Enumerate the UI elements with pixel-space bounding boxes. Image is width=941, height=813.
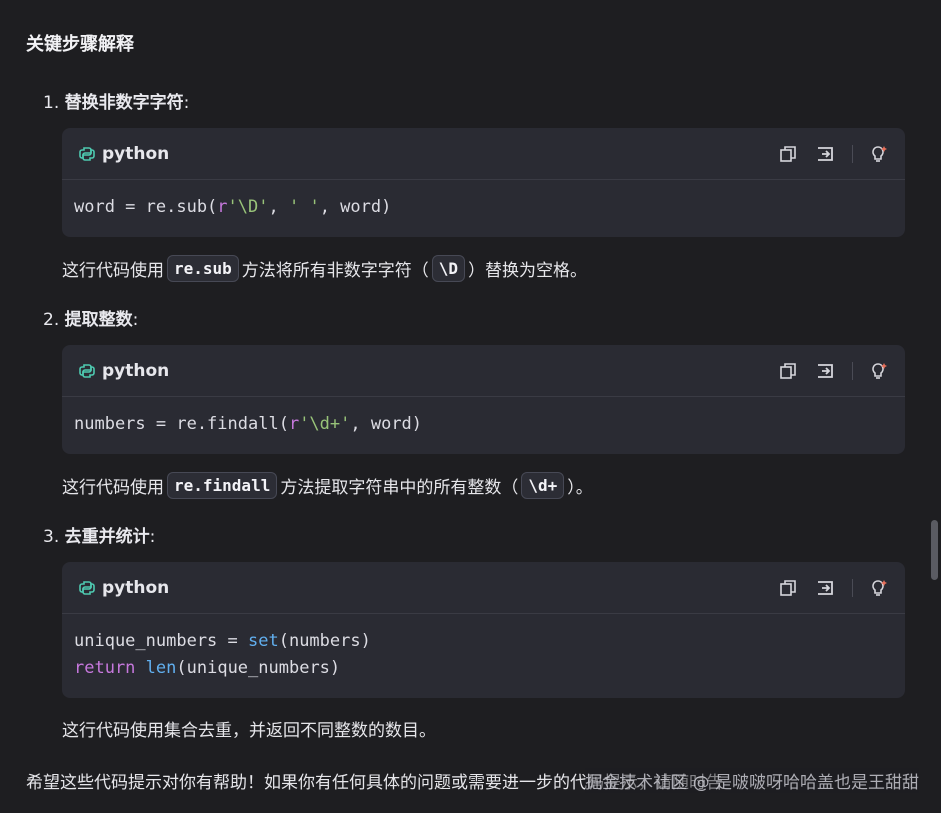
step-title: 提取整数 [64, 310, 133, 330]
code-content[interactable]: numbers = re.findall(r'\d+', word) [62, 397, 905, 454]
step-3-description: 这行代码使用集合去重，并返回不同整数的数目。 [62, 716, 436, 741]
code-language: python [102, 360, 170, 381]
code-header: python [62, 128, 905, 180]
explain-button[interactable] [867, 576, 891, 600]
scrollbar-thumb[interactable] [931, 520, 938, 580]
section-heading: 关键步骤解释 [26, 34, 134, 55]
code-content[interactable]: word = re.sub(r'\D', ' ', word) [62, 180, 905, 237]
code-toolbar [776, 345, 891, 396]
code-header: python [62, 345, 905, 397]
step-colon: : [149, 527, 156, 547]
step-colon: : [183, 93, 190, 113]
step-title: 去重并统计 [64, 527, 150, 547]
insert-code-button[interactable] [814, 142, 838, 166]
copy-button[interactable] [776, 142, 800, 166]
copy-button[interactable] [776, 576, 800, 600]
step-3-title: 3. 去重并统计: [43, 522, 155, 547]
copy-icon [780, 145, 796, 162]
explain-button[interactable] [867, 142, 891, 166]
step-number: 1. [43, 93, 60, 113]
desc-text: 这行代码使用 [62, 478, 164, 498]
desc-text: 这行代码使用集合去重，并返回不同整数的数目。 [62, 721, 436, 741]
code-toolbar [776, 562, 891, 613]
step-1-title: 1. 替换非数字字符: [43, 88, 189, 113]
scrollbar[interactable] [927, 0, 941, 813]
step-2-title: 2. 提取整数: [43, 305, 138, 330]
step-colon: : [132, 310, 139, 330]
copy-icon [780, 362, 796, 379]
insert-code-button[interactable] [814, 576, 838, 600]
watermark: 掘金技术社区 @ 是啵啵呀哈哈盖也是王甜甜 [585, 768, 919, 793]
inline-code: \D [431, 255, 466, 282]
code-header: python [62, 562, 905, 614]
toolbar-divider [852, 144, 853, 163]
desc-text: ）。 [567, 478, 593, 498]
desc-text: 方法提取字符串中的所有整数（ [280, 478, 519, 498]
step-number: 2. [43, 310, 60, 330]
step-1-description: 这行代码使用 re.sub 方法将所有非数字字符（ \D ）替换为空格。 [62, 255, 587, 282]
code-language: python [102, 143, 170, 164]
python-icon [79, 146, 95, 161]
python-icon [79, 363, 95, 378]
step-number: 3. [43, 527, 60, 547]
code-block-2: python numbers = re.findall(r'\d+', word… [62, 345, 905, 454]
insert-code-icon [818, 146, 833, 161]
desc-text: ）替换为空格。 [468, 261, 588, 281]
python-icon [79, 580, 95, 595]
insert-code-icon [818, 363, 833, 378]
lightbulb-icon [872, 362, 887, 379]
lightbulb-icon [872, 579, 887, 596]
toolbar-divider [852, 361, 853, 380]
code-block-1: python word = re.sub(r'\D', ' ', word) [62, 128, 905, 237]
code-language: python [102, 577, 170, 598]
toolbar-divider [852, 578, 853, 597]
insert-code-button[interactable] [814, 359, 838, 383]
copy-icon [780, 579, 796, 596]
code-content[interactable]: unique_numbers = set(numbers) return len… [62, 614, 905, 698]
desc-text: 这行代码使用 [62, 261, 164, 281]
explain-button[interactable] [867, 359, 891, 383]
copy-button[interactable] [776, 359, 800, 383]
inline-code: \d+ [521, 472, 565, 499]
step-2-description: 这行代码使用 re.findall 方法提取字符串中的所有整数（ \d+ ）。 [62, 472, 593, 499]
step-title: 替换非数字字符 [64, 93, 184, 113]
code-block-3: python unique_numbers = set(numbers) ret… [62, 562, 905, 698]
lightbulb-icon [872, 145, 887, 162]
inline-code: re.findall [167, 472, 278, 499]
inline-code: re.sub [167, 255, 239, 282]
desc-text: 方法将所有非数字字符（ [241, 261, 429, 281]
code-toolbar [776, 128, 891, 179]
insert-code-icon [818, 580, 833, 595]
